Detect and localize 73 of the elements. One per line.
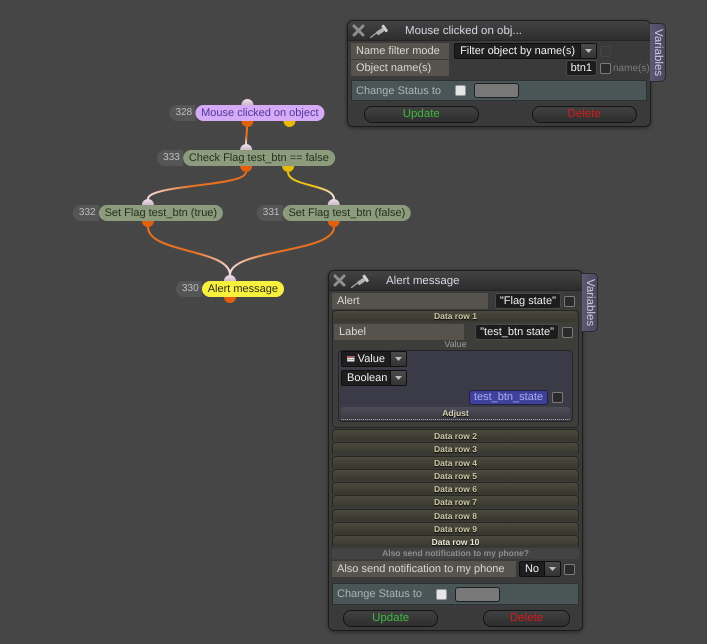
section-header[interactable]: Data row 3 [332, 442, 579, 454]
text-field[interactable]: "Flag state" [494, 293, 561, 309]
node-title[interactable]: Check Flag test_btn == false [182, 150, 335, 166]
output-port-icon[interactable] [282, 166, 294, 172]
input-port-icon[interactable] [142, 199, 154, 205]
update-button[interactable]: Update [364, 106, 479, 123]
checkbox[interactable] [455, 85, 466, 96]
checkbox[interactable] [564, 564, 575, 574]
status-label: Change Status to [337, 588, 424, 600]
section-header[interactable]: Data row 5 [332, 468, 579, 481]
connector-line [245, 126, 248, 144]
checkbox[interactable] [600, 62, 611, 74]
node-title[interactable]: Set Flag test_btn (false) [282, 205, 412, 221]
section-header[interactable]: Data row 7 [332, 495, 579, 508]
window-title: Mouse clicked on obj... [405, 24, 522, 36]
output-port-icon[interactable] [240, 166, 252, 172]
section-header[interactable]: Data row 8 [332, 508, 579, 520]
output-port-icon[interactable] [283, 121, 295, 127]
node-title[interactable]: Mouse clicked on object [195, 105, 325, 121]
node-number: 328 [169, 105, 196, 121]
output-port-icon[interactable] [241, 121, 253, 127]
section-caption: Value [443, 340, 468, 349]
input-port-icon[interactable] [328, 199, 340, 205]
section-header: Also send notification to my phone? [332, 548, 579, 559]
variables-tab[interactable]: Variables [582, 273, 598, 332]
checkbox[interactable] [436, 588, 447, 600]
checkbox[interactable] [564, 296, 575, 306]
output-port-icon[interactable] [224, 297, 236, 303]
node-title[interactable]: Set Flag test_btn (true) [98, 205, 224, 221]
input-port-icon[interactable] [241, 99, 253, 105]
caret-icon [395, 357, 402, 361]
caret-icon [549, 567, 556, 571]
checkbox[interactable] [552, 392, 563, 403]
section-header[interactable]: Data row 1 [334, 311, 577, 322]
field-label: Also send notification to my phone [332, 561, 516, 577]
output-port-icon[interactable] [328, 221, 340, 227]
color-picker[interactable] [455, 586, 500, 602]
pin-icon[interactable] [370, 24, 389, 38]
variable-field[interactable]: test_btn_state [468, 390, 548, 405]
connector-line [287, 172, 335, 200]
update-button[interactable]: Update [342, 610, 438, 627]
close-icon[interactable] [333, 274, 346, 287]
section-header[interactable]: Data row 2 [332, 429, 579, 441]
color-picker[interactable] [474, 83, 519, 98]
field-label: Object name(s) [351, 60, 449, 76]
window-title: Alert message [386, 274, 460, 286]
section-header[interactable]: Data row 9 [332, 522, 579, 534]
caret-icon [395, 376, 402, 380]
section-header[interactable]: Data row 4 [332, 456, 579, 468]
field-label: Label [334, 324, 464, 340]
close-icon[interactable] [352, 24, 365, 37]
input-port-icon[interactable] [240, 144, 252, 150]
node-number: 333 [157, 150, 183, 166]
input-port-icon[interactable] [224, 275, 236, 281]
node-number: 331 [256, 205, 282, 221]
field-label: Name filter mode [351, 43, 449, 59]
variables-tab[interactable]: Variables [650, 23, 666, 82]
window-icon [347, 354, 355, 364]
text-field[interactable]: btn1 [566, 60, 597, 76]
node-title[interactable]: Alert message [202, 281, 284, 297]
checkbox[interactable] [562, 326, 573, 338]
node-number: 330 [176, 281, 202, 297]
field-label: Alert [332, 293, 488, 309]
node-number: 332 [72, 205, 99, 221]
section-header[interactable]: Data row 10 [332, 535, 579, 547]
adjust-button[interactable]: Adjust [341, 407, 570, 420]
section-header[interactable]: Data row 6 [332, 482, 579, 494]
pin-icon[interactable] [351, 274, 370, 288]
caret-icon [585, 49, 592, 53]
field-note: name(s) [613, 62, 650, 74]
text-field[interactable]: "test_btn state" [475, 324, 559, 340]
status-label: Change Status to [356, 84, 442, 96]
output-port-icon[interactable] [142, 221, 154, 227]
